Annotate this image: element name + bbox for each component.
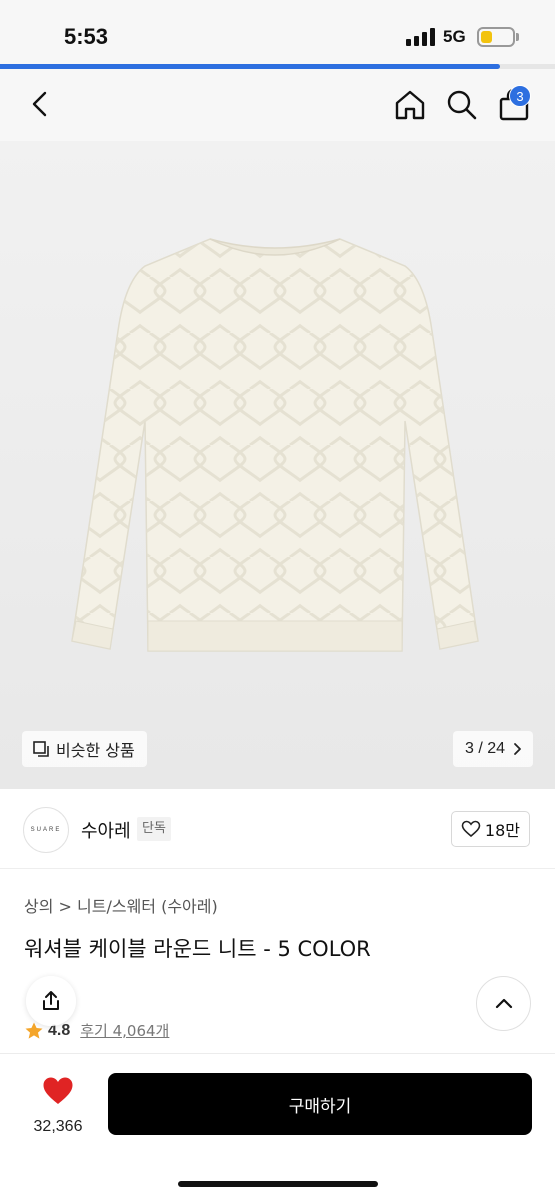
battery-icon xyxy=(477,27,515,47)
brand-like-button[interactable]: 18만 xyxy=(450,811,530,847)
similar-products-label: 비슷한 상품 xyxy=(56,741,135,760)
share-button[interactable] xyxy=(26,976,76,1026)
review-count-link[interactable]: 후기 4,064개 xyxy=(80,1020,169,1041)
product-title: 워셔블 케이블 라운드 니트 - 5 COLOR xyxy=(24,937,371,961)
search-icon xyxy=(447,90,477,120)
bottom-action-bar: 32,366 구매하기 xyxy=(0,1053,555,1200)
similar-products-button[interactable]: 비슷한 상품 xyxy=(22,731,147,767)
chevron-left-icon xyxy=(32,91,47,117)
app-header xyxy=(0,69,555,141)
image-page-count: 3 / 24 xyxy=(464,740,505,757)
wish-button[interactable]: 32,366 xyxy=(18,1074,98,1144)
status-time: 5:53 xyxy=(64,24,109,49)
product-photo-sweater xyxy=(71,238,479,652)
category-breadcrumb[interactable]: 상의 > 니트/스웨터 (수아레) xyxy=(24,893,218,917)
brand-name[interactable]: 수아레 xyxy=(81,817,131,843)
brand-like-count: 18만 xyxy=(484,821,520,840)
brand-row: SUARE 수아레 단독 18만 xyxy=(0,789,555,869)
wish-count: 32,366 xyxy=(33,1118,83,1135)
cart-badge: 3 xyxy=(509,85,531,107)
back-button[interactable] xyxy=(22,85,60,123)
network-label: 5G xyxy=(443,27,466,46)
home-button[interactable] xyxy=(390,85,430,125)
copy-squares-icon xyxy=(33,741,49,757)
heart-outline-icon xyxy=(461,820,481,838)
share-icon xyxy=(43,991,59,1010)
exclusive-tag: 단독 xyxy=(137,817,171,841)
battery-level xyxy=(481,31,492,43)
signal-icon xyxy=(406,28,436,46)
brand-logo[interactable]: SUARE xyxy=(23,807,69,853)
heart-filled-icon xyxy=(43,1077,73,1104)
home-indicator xyxy=(178,1181,378,1187)
buy-button[interactable]: 구매하기 xyxy=(108,1073,532,1135)
scroll-to-top-button[interactable] xyxy=(476,976,531,1031)
chevron-up-icon xyxy=(495,998,512,1008)
status-bar: 5:53 5G xyxy=(0,0,555,66)
product-image[interactable]: 비슷한 상품 3 / 24 xyxy=(0,141,555,789)
image-page-indicator[interactable]: 3 / 24 xyxy=(452,731,533,767)
battery-cap xyxy=(516,33,519,41)
search-button[interactable] xyxy=(442,85,482,125)
chevron-right-icon xyxy=(514,743,521,755)
home-icon xyxy=(395,90,425,120)
